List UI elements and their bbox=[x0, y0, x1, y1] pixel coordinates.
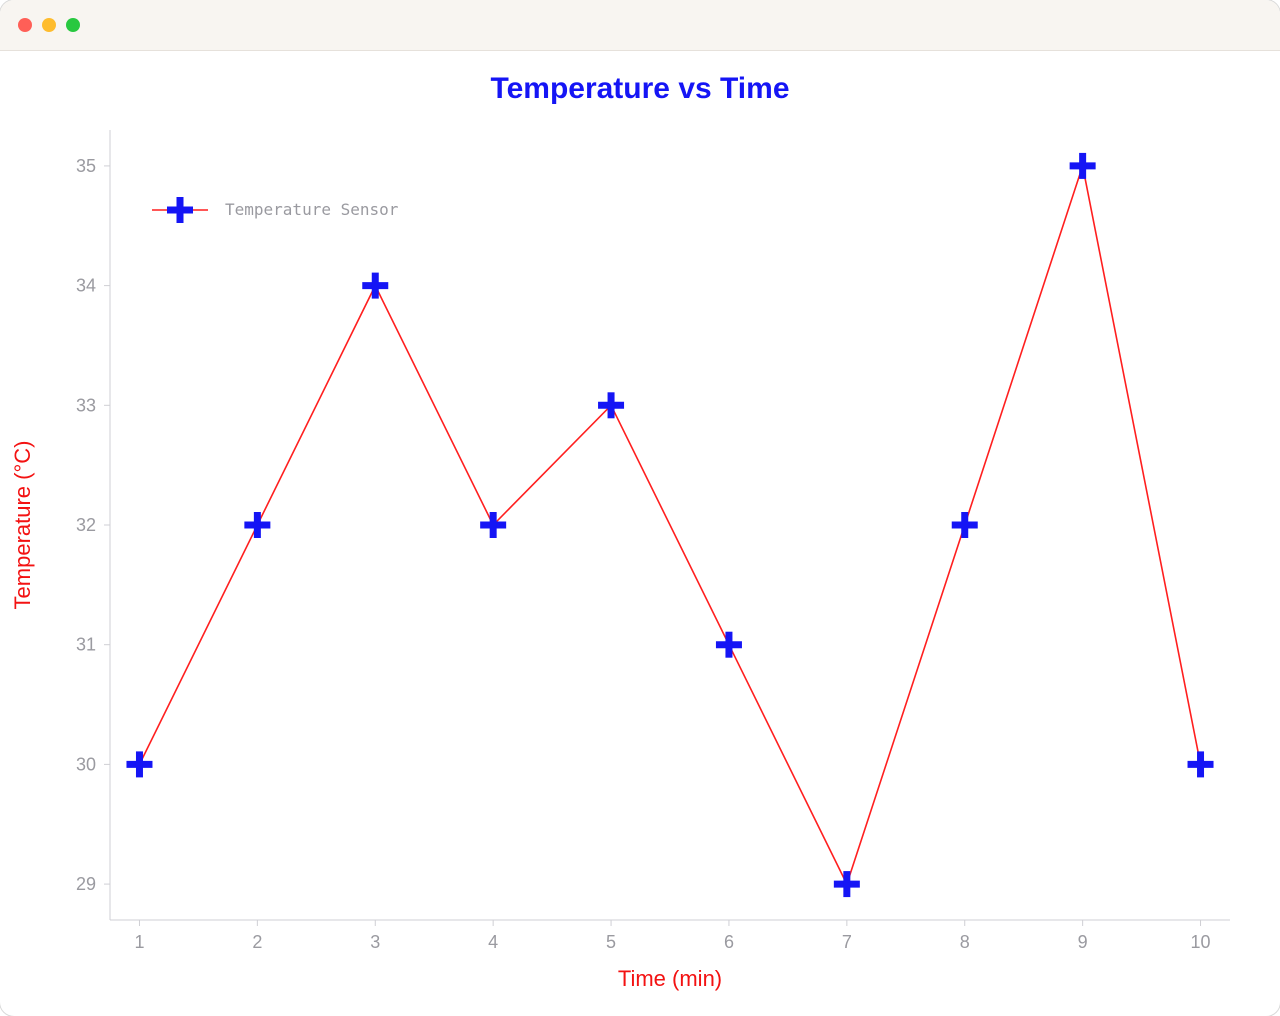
y-tick-label: 35 bbox=[76, 156, 96, 176]
legend-marker-icon bbox=[152, 197, 208, 223]
x-tick-label: 4 bbox=[488, 932, 498, 952]
legend: Temperature Sensor bbox=[152, 197, 399, 223]
close-icon[interactable] bbox=[18, 18, 32, 32]
maximize-icon[interactable] bbox=[66, 18, 80, 32]
series-line bbox=[139, 166, 1200, 884]
y-tick-label: 32 bbox=[76, 515, 96, 535]
y-tick-label: 30 bbox=[76, 754, 96, 774]
app-window: Temperature vs Time 12345678910 29303132… bbox=[0, 0, 1280, 1016]
y-tick-label: 33 bbox=[76, 395, 96, 415]
y-tick-label: 31 bbox=[76, 635, 96, 655]
window-controls bbox=[18, 18, 80, 32]
x-tick-label: 7 bbox=[842, 932, 852, 952]
chart-svg: Temperature vs Time 12345678910 29303132… bbox=[0, 50, 1280, 1016]
titlebar bbox=[0, 0, 1280, 51]
y-tick-label: 29 bbox=[76, 874, 96, 894]
x-tick-label: 10 bbox=[1191, 932, 1211, 952]
y-tick-label: 34 bbox=[76, 276, 96, 296]
minimize-icon[interactable] bbox=[42, 18, 56, 32]
y-axis-label: Temperature (°C) bbox=[10, 441, 35, 610]
chart: Temperature vs Time 12345678910 29303132… bbox=[0, 50, 1280, 1016]
y-ticks: 29 30 31 32 33 34 35 bbox=[76, 156, 110, 894]
x-tick-label: 6 bbox=[724, 932, 734, 952]
legend-label: Temperature Sensor bbox=[225, 200, 399, 219]
x-tick-label: 1 bbox=[134, 932, 144, 952]
x-ticks: 1 2 3 4 5 6 7 8 9 10 bbox=[134, 920, 1210, 952]
x-tick-label: 9 bbox=[1078, 932, 1088, 952]
chart-title: Temperature vs Time bbox=[490, 72, 789, 105]
x-tick-label: 5 bbox=[606, 932, 616, 952]
x-tick-label: 3 bbox=[370, 932, 380, 952]
x-tick-label: 8 bbox=[960, 932, 970, 952]
x-axis-label: Time (min) bbox=[618, 966, 722, 991]
x-tick-label: 2 bbox=[252, 932, 262, 952]
